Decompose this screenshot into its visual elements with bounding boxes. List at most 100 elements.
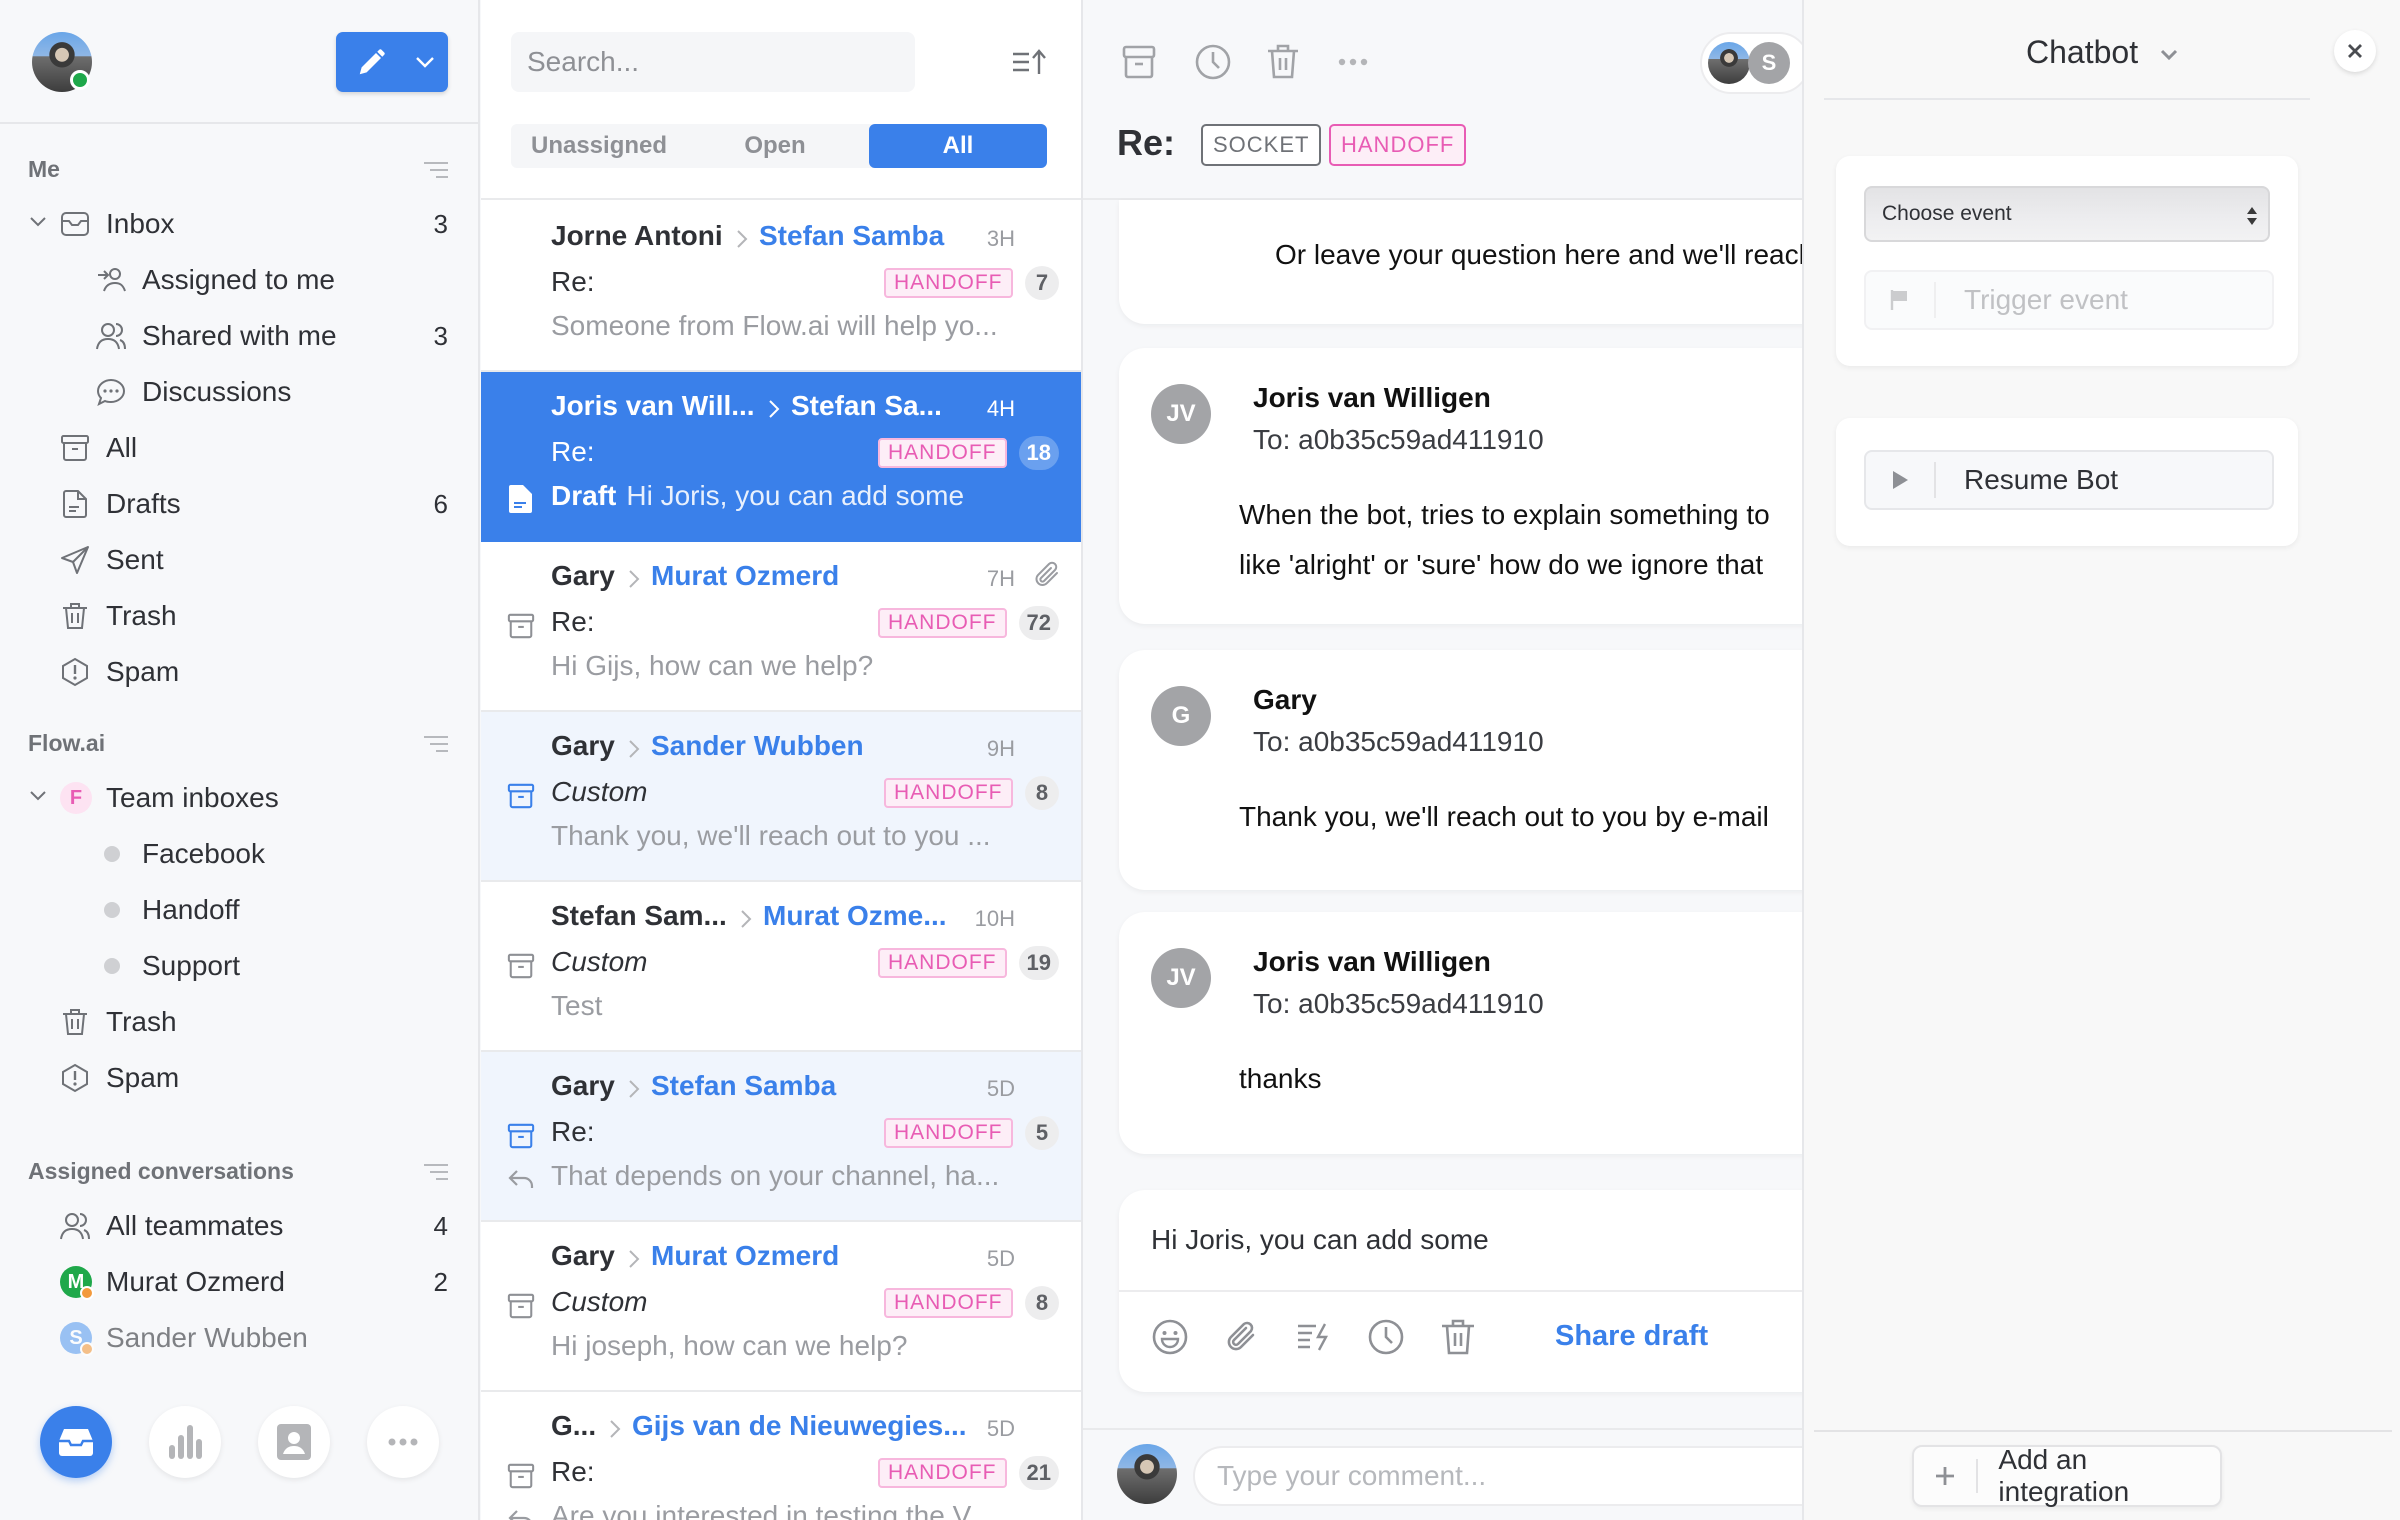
sidebar-item-support[interactable]: Support (0, 940, 478, 992)
chevron-down-icon[interactable] (28, 786, 48, 806)
draft-label: Draft (551, 480, 617, 511)
sidebar-item-count: 2 (433, 1266, 448, 1297)
sidebar-item-shared-with-me[interactable]: Shared with me 3 (0, 310, 478, 362)
conversation-subject: Custom (551, 946, 648, 977)
sidebar-item-label: Trash (106, 1006, 177, 1037)
section-menu-icon[interactable] (424, 1164, 448, 1182)
attachment-icon[interactable] (1223, 1318, 1261, 1356)
message-recipient: To: a0b35c59ad411910 (1253, 424, 1544, 455)
sidebar-item-all-teammates[interactable]: All teammates 4 (0, 1200, 478, 1252)
message-count-badge: 5 (1025, 1116, 1059, 1150)
conversation-time: 7H (986, 566, 1015, 591)
add-integration-button[interactable]: Add an integration (1912, 1444, 2222, 1507)
chevron-down-icon[interactable] (28, 212, 48, 232)
archive-icon[interactable] (507, 782, 535, 810)
message-count-badge: 19 (1018, 946, 1059, 980)
compose-button[interactable] (336, 32, 448, 92)
message-body: When the bot, tries to explain something… (1239, 499, 1770, 530)
archive-icon[interactable] (507, 1462, 535, 1490)
conversation-row[interactable]: G... Gijs van de Nieuwegies... 5D Re: HANDOF… (481, 1392, 1081, 1520)
filter-all[interactable]: All (869, 124, 1047, 168)
sidebar-item-facebook[interactable]: Facebook (0, 828, 478, 880)
trash-icon[interactable] (1439, 1318, 1477, 1356)
sidebar-item-team-inboxes[interactable]: F Team inboxes (0, 772, 478, 824)
draft-text[interactable]: Hi Joris, you can add some (1151, 1224, 1489, 1256)
sidebar-item-label: Spam (106, 1062, 180, 1093)
conversation-time: 5D (986, 1246, 1015, 1271)
nav-contacts-button[interactable] (258, 1406, 330, 1478)
conversation-row[interactable]: Jorne Antoni Stefan Samba 3H Re: HANDOFF 7 Som… (481, 202, 1081, 372)
sidebar-item-drafts[interactable]: Drafts 6 (0, 478, 478, 530)
conversation-row[interactable]: Joris van Will... Stefan Sa... 4H Re: HANDOF… (481, 372, 1081, 542)
sidebar-item-sent[interactable]: Sent (0, 534, 478, 586)
add-integration-label: Add an integration (1998, 1444, 2130, 1507)
assignees-group[interactable]: S (1700, 32, 1802, 94)
conversation-row[interactable]: Gary Sander Wubben 9H Custom HANDOFF 8 Thank y… (481, 712, 1081, 882)
section-menu-icon[interactable] (424, 736, 448, 754)
sort-icon[interactable] (1011, 48, 1047, 76)
sidebar-item-count: 4 (433, 1210, 448, 1241)
emoji-icon[interactable] (1151, 1318, 1189, 1356)
sender-name: Gary (1253, 684, 1317, 715)
conversation-subject: Re: (551, 436, 595, 467)
archive-icon[interactable] (1121, 42, 1157, 82)
conversation-subject: Re: (1117, 122, 1176, 163)
archive-icon[interactable] (507, 1122, 535, 1150)
conversation-from: Joris van Will... (551, 390, 755, 421)
conversation-row[interactable]: Gary Murat Ozmerd 5D Custom HANDOFF 8 Hi josep… (481, 1222, 1081, 1392)
sidebar-item-discussions[interactable]: Discussions (0, 366, 478, 418)
archive-icon[interactable] (507, 1292, 535, 1320)
nav-inbox-button[interactable] (40, 1406, 112, 1478)
tag-handoff: HANDOFF (884, 778, 1013, 808)
channel-tag-socket[interactable]: SOCKET (1201, 124, 1322, 166)
sidebar-item-sander-wubben[interactable]: S Sander Wubben (0, 1312, 478, 1364)
archive-icon[interactable] (507, 612, 535, 640)
sidebar-item-inbox[interactable]: Inbox 3 (0, 198, 478, 250)
conversation-row[interactable]: Gary Murat Ozmerd 7H Re: HANDOFF 72 Hi Gijs, h… (481, 542, 1081, 712)
resume-bot-button[interactable]: Resume Bot (1864, 450, 2274, 510)
nav-analytics-button[interactable] (149, 1406, 221, 1478)
sidebar-item-spam[interactable]: Spam (0, 646, 478, 698)
sidebar-item-label: Sander Wubben (106, 1322, 308, 1353)
event-select-value: Choose event (1882, 202, 2012, 225)
quick-reply-icon[interactable] (1295, 1318, 1333, 1356)
sidebar-item-murat-ozmerd[interactable]: M Murat Ozmerd 2 (0, 1256, 478, 1308)
sidebar-item-trash[interactable]: Trash (0, 590, 478, 642)
trigger-event-button[interactable]: Trigger event (1864, 270, 2274, 330)
conversation-row[interactable]: Stefan Sam... Murat Ozme... 10H Custom HANDO… (481, 882, 1081, 1052)
conversation-preview: Draft Hi Joris, you can add some (551, 480, 964, 512)
tag-handoff[interactable]: HANDOFF (1329, 124, 1467, 166)
clock-snooze-icon[interactable] (1193, 42, 1233, 82)
trash-icon[interactable] (1265, 42, 1301, 82)
assigned-user-icon (96, 265, 126, 295)
schedule-clock-icon[interactable] (1367, 1318, 1405, 1356)
archive-icon (60, 433, 90, 463)
section-title-flow: Flow.ai (28, 730, 106, 756)
chevron-down-icon[interactable] (414, 54, 436, 70)
close-panel-button[interactable] (2334, 30, 2376, 72)
sidebar-item-assigned-to-me[interactable]: Assigned to me (0, 254, 478, 306)
section-menu-icon[interactable] (424, 162, 448, 180)
archive-icon[interactable] (507, 952, 535, 980)
sidebar-item-team-spam[interactable]: Spam (0, 1052, 478, 1104)
sidebar-item-handoff[interactable]: Handoff (0, 884, 478, 936)
conversation-row[interactable]: Gary Stefan Samba 5D Re: HANDOFF 5 That depend… (481, 1052, 1081, 1222)
sidebar-item-team-trash[interactable]: Trash (0, 996, 478, 1048)
draft-editor[interactable]: Hi Joris, you can add some Share draft (1119, 1190, 1802, 1392)
sidebar-header (0, 0, 478, 124)
more-dots-icon[interactable] (1337, 56, 1373, 68)
sidebar-item-label: All teammates (106, 1210, 284, 1241)
filter-open[interactable]: Open (687, 124, 863, 168)
search-input[interactable] (511, 32, 915, 92)
panel-title-dropdown[interactable]: Chatbot (2026, 34, 2179, 71)
conversation-time: 9H (986, 736, 1015, 761)
conversation-from: Jorne Antoni (551, 220, 723, 251)
conversation-assignee: Gijs van de Nieuwegies... (632, 1410, 967, 1441)
event-select[interactable]: Choose event (1864, 186, 2270, 242)
nav-more-button[interactable] (367, 1406, 439, 1478)
comment-input[interactable] (1193, 1446, 1802, 1506)
filter-unassigned[interactable]: Unassigned (511, 124, 687, 168)
share-draft-link[interactable]: Share draft (1555, 1320, 1708, 1353)
chevron-right-icon (767, 398, 781, 420)
sidebar-item-all[interactable]: All (0, 422, 478, 474)
